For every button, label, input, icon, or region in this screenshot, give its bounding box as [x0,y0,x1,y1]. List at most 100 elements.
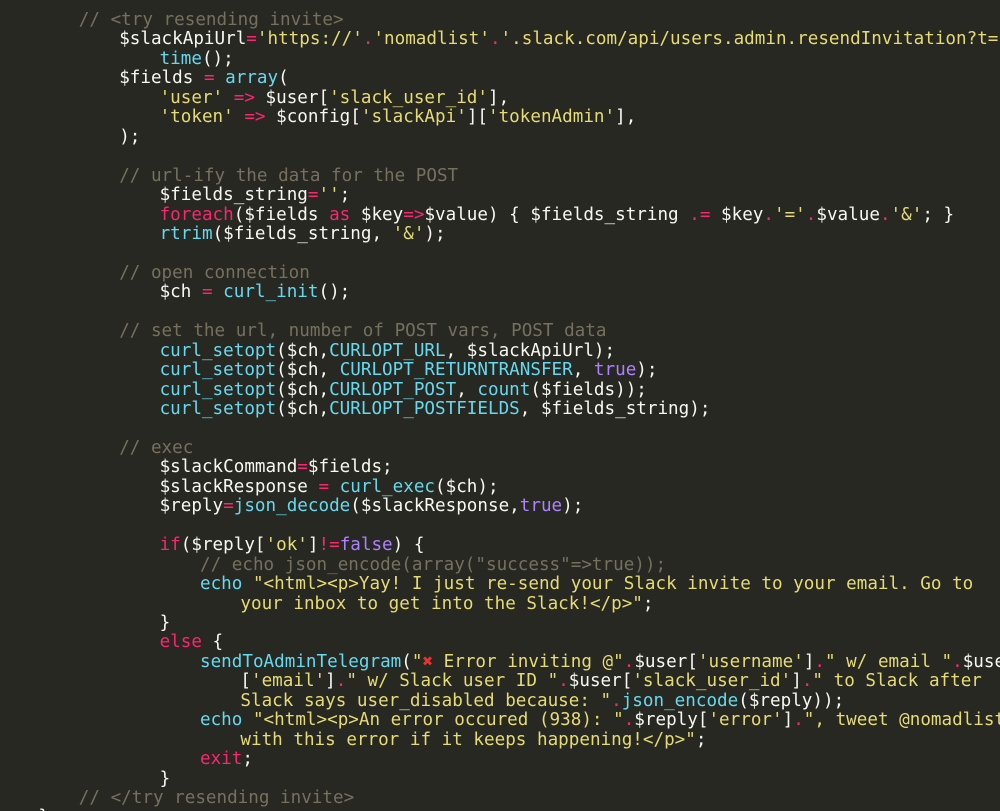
code-keyword: = [223,496,234,517]
code-text: ( [401,651,412,672]
code-text: ($fields_string, [212,223,393,244]
code-string: " w/ Slack user ID " [346,671,559,692]
code-string: " [411,651,423,672]
code-keyword: . [558,671,569,692]
code-text: ($ch, [276,340,330,361]
code-text: $user [962,651,1000,672]
code-keyword: . [362,29,374,50]
error-cross-emoji: ✖ [422,651,434,672]
code-string: 'token' [159,107,234,128]
code-text: $slackCommand [159,457,298,478]
code-text: ; [242,749,253,770]
code-keyword: . [801,671,813,692]
code-text: $user[ [634,651,698,672]
code-line: $slackResponse = curl_exec($ch); [160,477,499,497]
code-text: ($fields)); [530,379,647,400]
code-string: '' [318,185,340,206]
code-text: ] [307,535,319,556]
code-function: count [477,379,531,400]
code-function: time [159,48,202,69]
code-text: ) { [392,535,425,556]
code-text: ], [615,107,637,128]
code-line: echo "<html><p>Yay! I just re-send your … [200,574,973,594]
code-line: ); [119,127,140,147]
code-function: CURLOPT_URL [329,340,446,361]
code-keyword: as [329,204,351,225]
code-line: curl_setopt($ch,CURLOPT_POST, count($fie… [160,380,647,400]
code-text: ($ch, [276,379,330,400]
code-function: curl_setopt [159,340,277,361]
code-editor[interactable]: // <try resending invite> $slackApiUrl='h… [0,0,1000,811]
code-line: exit; [200,749,253,769]
code-function: CURLOPT_RETURNTRANSFER [339,360,573,381]
code-string: '&' [890,204,923,225]
code-line: $slackCommand=$fields; [160,457,393,477]
code-text: $user[ [254,87,330,108]
code-string: 'tokenAdmin' [488,107,616,128]
code-constant: false [339,535,393,556]
code-keyword: = [201,282,213,303]
code-string: "<html><p>Yay! I just re-send your Slack… [252,574,974,595]
code-text: ); [424,223,446,244]
code-line: // set the url, number of POST vars, POS… [119,321,606,341]
code-function: curl_init [223,282,319,303]
code-keyword: . [335,671,347,692]
code-comment: // set the url, number of POST vars, POS… [119,321,607,342]
code-text: ] [325,671,336,692]
code-line: ['email']." w/ Slack user ID ".$user['sl… [240,671,982,691]
code-text: ($ch); [435,476,499,497]
code-text: } [159,768,171,789]
code-text: { [201,632,224,653]
code-keyword: . [952,651,963,672]
code-line: with this error if it keeps happening!</… [240,730,706,750]
code-function: echo [200,710,243,731]
code-function: curl_setopt [159,399,277,419]
code-line: $ch = curl_init(); [160,282,351,302]
code-text: ($reply[ [180,535,266,556]
code-keyword: = [318,476,330,497]
code-function: curl_setopt [159,379,277,400]
code-text: (); [318,282,351,303]
code-function: curl_setopt [159,360,277,381]
code-line: sendToAdminTelegram("✖ Error inviting @"… [200,652,1000,672]
code-keyword: . [611,690,622,711]
code-keyword: = [246,29,257,50]
code-string: with this error if it keeps happening!</… [240,729,696,750]
code-keyword: = [203,68,215,89]
code-text: $ch [159,282,202,303]
code-function: CURLOPT_POST [329,379,457,400]
code-string: "<html><p>An error occured (938): " [252,710,624,731]
code-string: 'slack_user_id' [329,87,488,108]
code-function: rtrim [159,223,213,244]
code-function: curl_exec [339,476,436,497]
code-function: echo [200,574,243,595]
code-line: } [38,807,49,811]
code-line: else { [160,632,224,652]
code-line: curl_setopt($ch,CURLOPT_POSTFIELDS, $fie… [160,399,711,419]
code-text: ; [642,593,654,614]
code-text: $key [710,204,764,225]
code-keyword: => [244,107,266,128]
code-text: ][ [466,107,488,128]
code-function: CURLOPT_POSTFIELDS [329,399,520,419]
code-string: '.slack.com/api/users.admin.resendInvita… [500,29,1000,50]
code-string: 'slack_user_id' [632,671,792,692]
code-text: (); [201,48,234,69]
code-text: $value [816,204,880,225]
code-function: sendToAdminTelegram [200,651,402,672]
code-string: '=' [774,204,806,225]
code-text: ; [339,185,351,206]
code-line: $fields_string=''; [160,185,351,205]
code-comment: // <try resending invite> [78,10,344,30]
code-line: // </try resending invite> [79,788,354,808]
code-keyword: = [307,185,319,206]
code-keyword: . [623,651,635,672]
code-line: // exec [119,438,193,458]
code-text: } [159,612,171,633]
code-text: ; [695,729,707,750]
code-string: Slack says user_disabled because: " [240,690,612,711]
code-comment: // open connection [119,262,310,283]
